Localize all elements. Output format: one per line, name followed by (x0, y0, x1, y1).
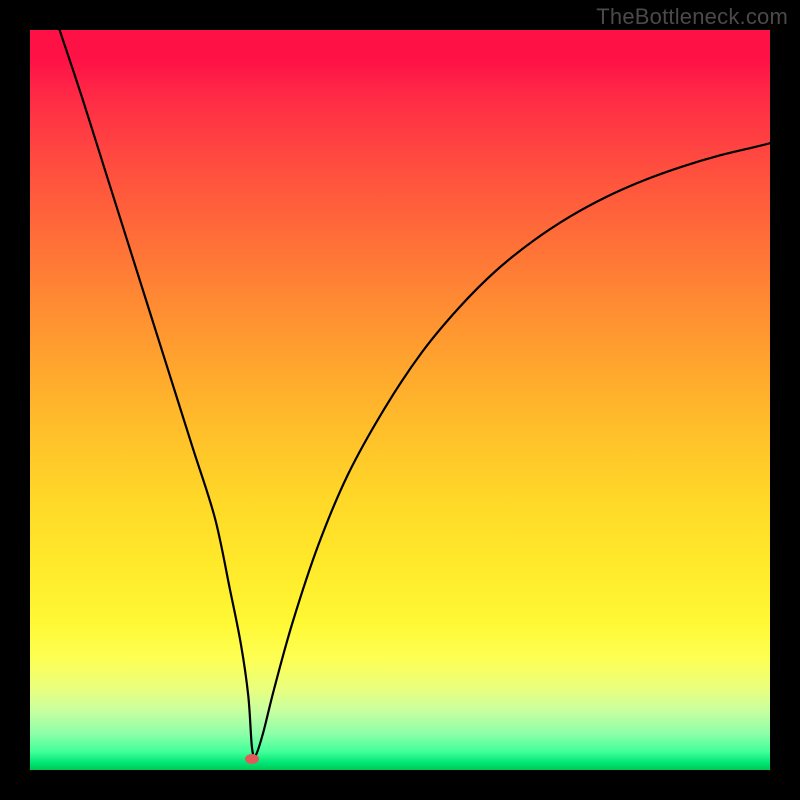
bottleneck-curve (30, 30, 770, 770)
chart-container: TheBottleneck.com (0, 0, 800, 800)
plot-area (30, 30, 770, 770)
minimum-marker (245, 754, 259, 764)
watermark-text: TheBottleneck.com (596, 4, 788, 30)
